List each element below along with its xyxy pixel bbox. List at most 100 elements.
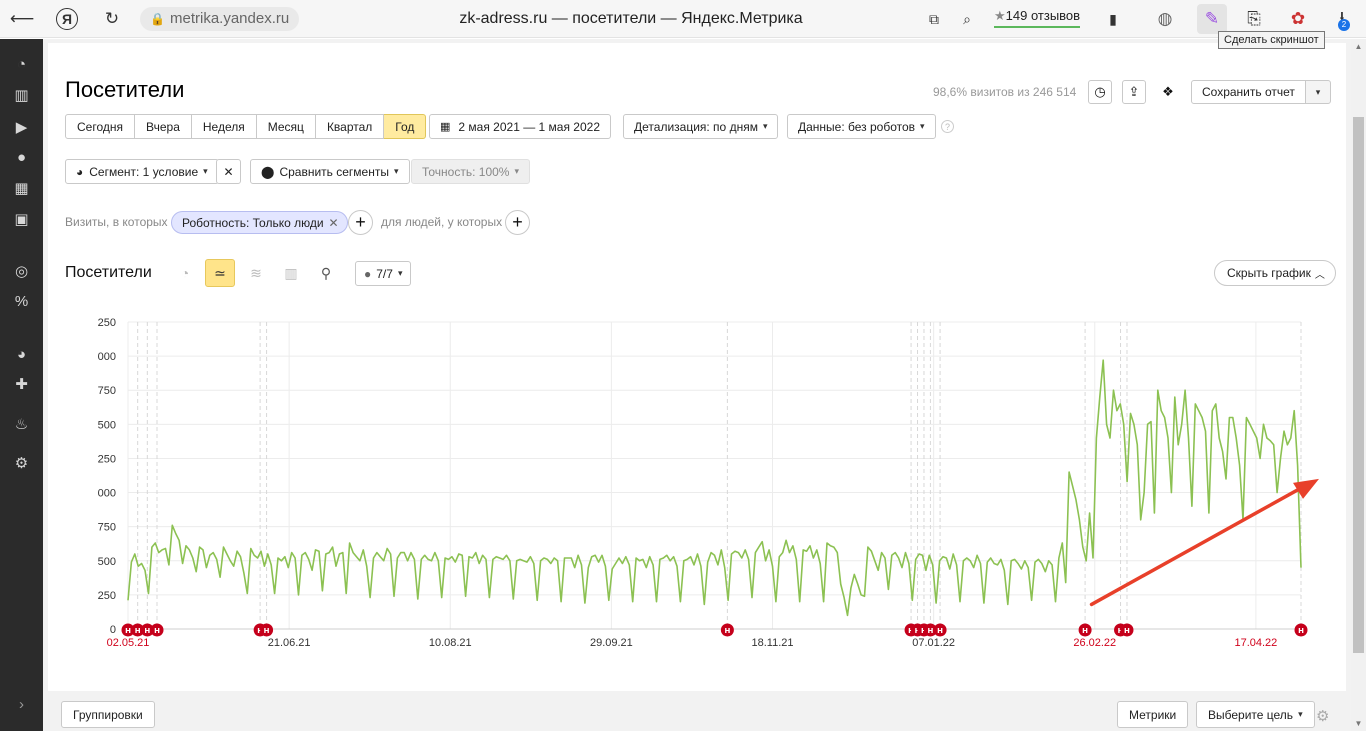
holiday-marker-label: Н bbox=[144, 627, 150, 635]
area-mode-icon[interactable]: ≋ bbox=[241, 259, 271, 287]
puzzle-icon[interactable]: ✚ bbox=[0, 373, 43, 395]
x-tick-label: 21.06.21 bbox=[268, 637, 311, 649]
y-tick-label: 2 000 bbox=[96, 351, 116, 363]
inbox-icon[interactable]: ▣ bbox=[0, 208, 43, 230]
download-badge: 2 bbox=[1338, 19, 1350, 31]
x-tick-label: 10.08.21 bbox=[429, 637, 472, 649]
clear-segment-button[interactable]: ✕ bbox=[216, 159, 241, 184]
chevron-down-icon: ▾ bbox=[203, 166, 208, 176]
period-button[interactable]: Год bbox=[384, 114, 427, 139]
holiday-marker-label: Н bbox=[154, 627, 160, 635]
data-filter-text: Данные: без роботов bbox=[798, 119, 916, 134]
star-icon: ★ bbox=[994, 8, 1006, 23]
remove-chip-icon[interactable]: ✕ bbox=[329, 216, 339, 230]
y-tick-label: 500 bbox=[98, 556, 116, 568]
dashboard-icon[interactable]: ◔ bbox=[0, 53, 43, 75]
download-icon[interactable]: ⭳ 2 bbox=[1330, 7, 1354, 31]
globe-icon[interactable]: ◍ bbox=[1153, 7, 1177, 31]
expand-sidebar-icon[interactable]: › bbox=[0, 693, 43, 715]
notes-select[interactable]: ● 7/7 ▾ bbox=[355, 261, 412, 286]
groupings-button[interactable]: Группировки bbox=[61, 701, 155, 728]
compare-label: Сравнить сегменты bbox=[279, 164, 389, 179]
screenshot-tooltip: Сделать скриншот bbox=[1218, 31, 1325, 49]
line-mode-icon[interactable]: ≃ bbox=[205, 259, 235, 287]
save-report-button[interactable]: Сохранить отчет bbox=[1191, 80, 1306, 104]
main-area: Посетители 98,6% визитов из 246 514 ◷ ⇪ … bbox=[43, 39, 1351, 731]
webvisor-play-icon[interactable]: ▶ bbox=[0, 116, 43, 138]
y-tick-label: 1 500 bbox=[96, 419, 116, 431]
settings-gear-icon[interactable]: ⚙ bbox=[0, 452, 43, 474]
chevron-up-icon: ︿ bbox=[1314, 269, 1325, 281]
help-icon[interactable]: ? bbox=[941, 120, 954, 133]
collections-icon[interactable]: ⎘ bbox=[1242, 7, 1266, 31]
holiday-marker-label: Н bbox=[125, 627, 131, 635]
detail-text: Детализация: по дням bbox=[634, 119, 758, 134]
reviews-text: 149 отзывов bbox=[1005, 8, 1081, 23]
period-button[interactable]: Месяц bbox=[256, 114, 316, 139]
y-tick-label: 1 250 bbox=[96, 453, 116, 465]
pie-mode-icon[interactable]: ◔ bbox=[170, 259, 200, 287]
metrics-button[interactable]: Метрики bbox=[1117, 701, 1189, 728]
pie-icon[interactable]: ◕ bbox=[0, 343, 43, 365]
scroll-down-icon[interactable]: ▼ bbox=[1351, 719, 1366, 728]
reviews-link[interactable]: ★149 отзывов bbox=[994, 8, 1081, 28]
x-tick-label: 17.04.22 bbox=[1234, 637, 1277, 649]
percent-icon[interactable]: % bbox=[0, 290, 43, 312]
screenshot-pen-icon[interactable]: ✎ bbox=[1197, 4, 1227, 34]
filter-chip[interactable]: Роботность: Только люди ✕ bbox=[171, 211, 348, 234]
period-button[interactable]: Сегодня bbox=[65, 114, 135, 139]
add-user-condition-button[interactable]: + bbox=[505, 210, 530, 235]
hide-chart-button[interactable]: Скрыть график ︿ bbox=[1214, 260, 1336, 286]
audience-icon[interactable]: ● bbox=[0, 146, 43, 168]
bar-mode-icon[interactable]: ▥ bbox=[276, 259, 306, 287]
bookmark-icon[interactable]: ▮ bbox=[1101, 7, 1125, 31]
visitors-series-line bbox=[127, 359, 1302, 617]
chevron-down-icon: ▾ bbox=[393, 166, 399, 176]
tabs-icon[interactable]: ⧉ bbox=[922, 7, 946, 31]
period-button[interactable]: Неделя bbox=[191, 114, 257, 139]
scrollbar-thumb[interactable] bbox=[1353, 117, 1364, 653]
y-tick-label: 2 250 bbox=[96, 317, 116, 329]
date-range-button[interactable]: ▦ 2 мая 2021 — 1 мая 2022 bbox=[429, 114, 611, 139]
holiday-marker-label: Н bbox=[264, 627, 270, 635]
period-button[interactable]: Квартал bbox=[315, 114, 385, 139]
detail-select[interactable]: Детализация: по дням ▾ bbox=[623, 114, 779, 139]
accuracy-label: Точность: 100% bbox=[422, 164, 510, 179]
table-settings-icon[interactable]: ⚙ bbox=[1316, 707, 1329, 725]
accuracy-select[interactable]: Точность: 100% ▾ bbox=[411, 159, 530, 184]
holiday-marker-label: Н bbox=[927, 627, 933, 635]
compare-segments-button[interactable]: ⬤ Сравнить сегменты ▾ bbox=[250, 159, 410, 184]
period-button[interactable]: Вчера bbox=[135, 114, 192, 139]
save-report-dropdown[interactable]: ▾ bbox=[1305, 80, 1331, 104]
scroll-up-icon[interactable]: ▲ bbox=[1351, 42, 1366, 51]
filter-prefix: Визиты, в которых bbox=[65, 215, 168, 229]
chevron-down-icon: ▾ bbox=[397, 268, 403, 278]
goal-select[interactable]: Выберите цель ▾ bbox=[1196, 701, 1315, 728]
holiday-marker-label: Н bbox=[1124, 627, 1130, 635]
visitors-line-chart[interactable]: 0 250 500 750 1 000 1 250 1 500 1 750 2 000 2 250… bbox=[96, 311, 1336, 661]
goal-label: Выберите цель bbox=[1208, 707, 1294, 722]
date-range-text: 2 мая 2021 — 1 мая 2022 bbox=[458, 119, 600, 134]
history-icon[interactable]: ◷ bbox=[1088, 80, 1112, 104]
trend-arrow-shaft bbox=[1089, 485, 1305, 607]
fire-icon[interactable]: ♨ bbox=[0, 413, 43, 435]
add-visit-condition-button[interactable]: + bbox=[348, 210, 373, 235]
export-icon[interactable]: ⇪ bbox=[1122, 80, 1146, 104]
calendar-icon: ▦ bbox=[440, 121, 451, 133]
hide-chart-label: Скрыть график bbox=[1227, 266, 1311, 280]
reports-icon[interactable]: ▥ bbox=[0, 84, 43, 106]
target-icon[interactable]: ◎ bbox=[0, 260, 43, 282]
x-tick-label: 29.09.21 bbox=[590, 637, 633, 649]
segment-select[interactable]: ◕ Сегмент: 1 условие ▾ bbox=[65, 159, 219, 184]
period-switcher: Сегодня Вчера Неделя Месяц Квартал Год bbox=[65, 114, 427, 139]
extension-icon[interactable]: ✿ bbox=[1286, 7, 1310, 31]
x-tick-label: 26.02.22 bbox=[1073, 637, 1116, 649]
assistant-icon[interactable]: ❖ bbox=[1156, 80, 1180, 104]
page-scrollbar[interactable]: ▲ ▼ bbox=[1351, 39, 1366, 731]
chat-icon[interactable]: ⌕ bbox=[955, 7, 979, 31]
data-filter-select[interactable]: Данные: без роботов ▾ bbox=[787, 114, 936, 139]
holiday-marker-label: Н bbox=[1082, 627, 1088, 635]
chart-title: Посетители bbox=[65, 264, 152, 281]
maps-icon[interactable]: ▦ bbox=[0, 177, 43, 199]
map-pin-icon[interactable]: ⚲ bbox=[311, 259, 341, 287]
